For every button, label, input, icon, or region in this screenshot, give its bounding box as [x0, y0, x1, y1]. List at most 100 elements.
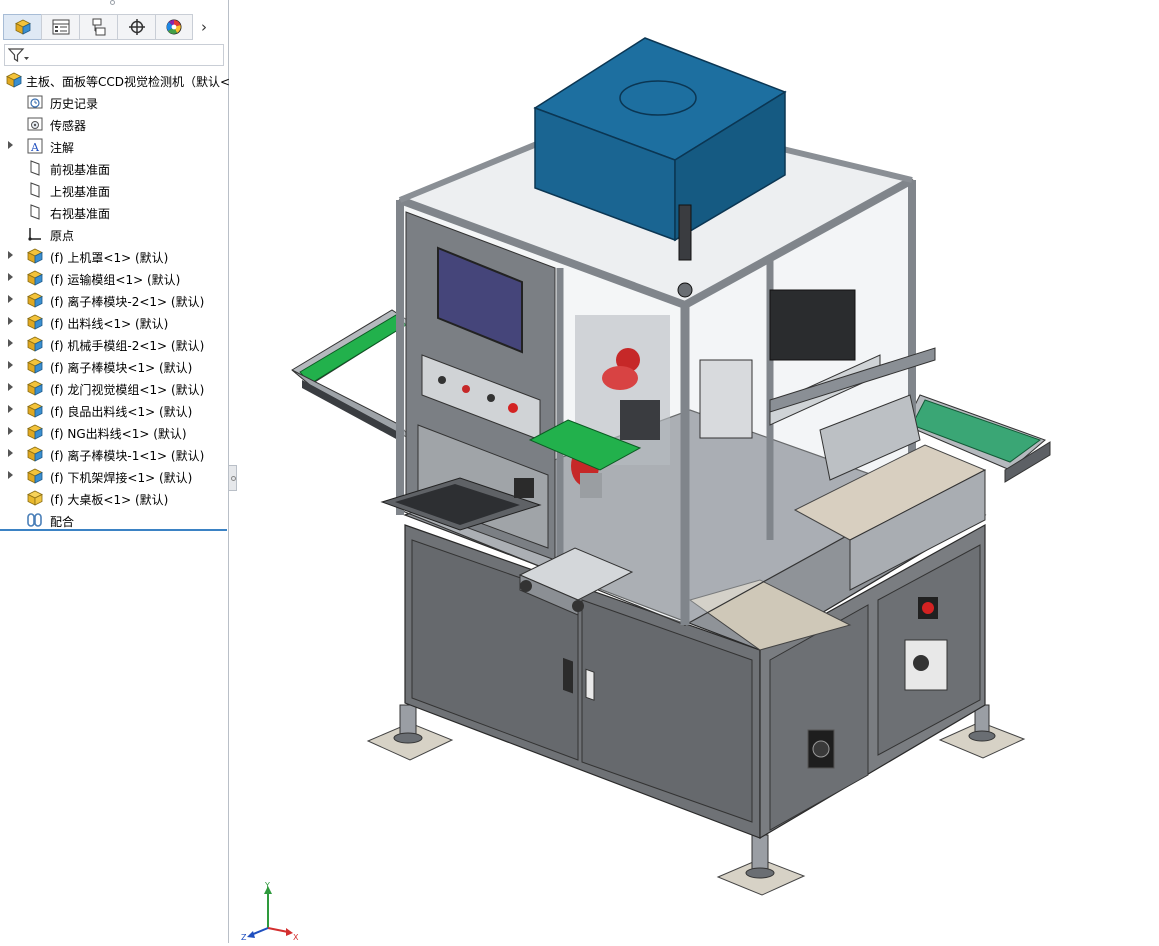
subassembly-icon	[26, 247, 44, 265]
panel-collapse-dot[interactable]	[110, 0, 115, 5]
tree-item-label: 历史记录	[50, 97, 99, 111]
subassembly-icon	[26, 335, 44, 353]
tab-dimxpert-manager[interactable]	[117, 14, 155, 40]
assembly-icon	[5, 71, 23, 89]
plane-icon	[26, 159, 44, 177]
expand-arrow-icon[interactable]	[8, 317, 13, 325]
triad-y-label: Y	[264, 881, 270, 890]
tab-property-manager[interactable]	[41, 14, 79, 40]
subassembly-icon	[26, 291, 44, 309]
expand-arrow-icon[interactable]	[8, 449, 13, 457]
subassembly-icon	[26, 313, 44, 331]
expand-arrow-icon[interactable]	[8, 141, 13, 149]
expand-arrow-icon[interactable]	[8, 383, 13, 391]
expand-arrow-icon[interactable]	[8, 361, 13, 369]
tree-item[interactable]: 前视基准面	[0, 157, 229, 179]
view-triad: Y X Z	[241, 881, 299, 940]
mates-icon	[26, 511, 44, 529]
subassembly-icon	[26, 423, 44, 441]
tree-item[interactable]: (f) 大桌板<1> (默认)	[0, 487, 229, 509]
tree-item-label: 原点	[50, 229, 75, 243]
tree-item-label: 传感器	[50, 119, 87, 133]
filter-icon[interactable]	[8, 47, 30, 63]
feature-manager-panel: › 主板、面板等CCD视觉检测机（默认< 历史记录传感器 A 注解前视基准面上视基准…	[0, 0, 231, 943]
tree-item[interactable]: (f) 机械手模组-2<1> (默认)	[0, 333, 229, 355]
tree-item[interactable]: (f) 运输模组<1> (默认)	[0, 267, 229, 289]
configuration-icon	[92, 18, 105, 36]
tree-item-label: (f) 离子棒模块-1<1> (默认)	[50, 449, 205, 463]
tree-item[interactable]: A 注解	[0, 135, 229, 157]
expand-arrow-icon[interactable]	[8, 273, 13, 281]
subassembly-icon	[26, 401, 44, 419]
plane-icon	[26, 203, 44, 221]
machine-model-render	[291, 37, 1051, 896]
tree-item-label: (f) 良品出料线<1> (默认)	[50, 405, 193, 419]
color-wheel-icon	[166, 19, 182, 35]
tree-item[interactable]: (f) 良品出料线<1> (默认)	[0, 399, 229, 421]
tree-filter-field[interactable]	[4, 44, 224, 66]
expand-arrow-icon[interactable]	[8, 295, 13, 303]
history-icon	[26, 93, 44, 111]
tree-item[interactable]: (f) 出料线<1> (默认)	[0, 311, 229, 333]
plane-icon	[26, 181, 44, 199]
tab-more-arrow[interactable]: ›	[193, 14, 215, 40]
subassembly-icon	[26, 357, 44, 375]
origin-icon	[26, 225, 44, 243]
tree-item[interactable]: 传感器	[0, 113, 229, 135]
tree-item[interactable]: (f) 下机架焊接<1> (默认)	[0, 465, 229, 487]
tree-item[interactable]: (f) 上机罩<1> (默认)	[0, 245, 229, 267]
tree-item-label: (f) 机械手模组-2<1> (默认)	[50, 339, 205, 353]
tree-end-divider	[0, 529, 227, 531]
tree-item-label: (f) NG出料线<1> (默认)	[50, 427, 187, 441]
tree-item[interactable]: 上视基准面	[0, 179, 229, 201]
expand-arrow-icon[interactable]	[8, 339, 13, 347]
annotation-icon: A	[26, 137, 44, 155]
tree-item[interactable]: (f) NG出料线<1> (默认)	[0, 421, 229, 443]
tree-item[interactable]: (f) 离子棒模块-2<1> (默认)	[0, 289, 229, 311]
tree-items: 历史记录传感器 A 注解前视基准面上视基准面右视基准面原点 (f) 上机罩<1> (默…	[0, 91, 229, 531]
expand-arrow-icon[interactable]	[8, 471, 13, 479]
tree-item-label: (f) 龙门视觉模组<1> (默认)	[50, 383, 205, 397]
tree-root-assembly[interactable]: 主板、面板等CCD视觉检测机（默认<	[0, 69, 231, 91]
expand-arrow-icon[interactable]	[8, 427, 13, 435]
tree-item-label: 配合	[50, 515, 75, 529]
tree-item[interactable]: 历史记录	[0, 91, 229, 113]
tree-item-label: (f) 下机架焊接<1> (默认)	[50, 471, 193, 485]
tree-item[interactable]: (f) 离子棒模块<1> (默认)	[0, 355, 229, 377]
tree-item[interactable]: 原点	[0, 223, 229, 245]
tree-item[interactable]: 配合	[0, 509, 229, 531]
tree-root-label: 主板、面板等CCD视觉检测机（默认<	[26, 75, 231, 89]
tree-item-label: 上视基准面	[50, 185, 111, 199]
infeed-conveyor	[291, 309, 413, 441]
tree-item-label: 右视基准面	[50, 207, 111, 221]
tree-item-label: (f) 离子棒模块<1> (默认)	[50, 361, 193, 375]
panel-tab-bar: ›	[3, 14, 227, 42]
tab-display-manager[interactable]	[155, 14, 193, 40]
tab-configuration-manager[interactable]	[79, 14, 117, 40]
expand-arrow-icon[interactable]	[8, 251, 13, 259]
triad-x-label: X	[293, 933, 299, 940]
triad-z-label: Z	[241, 933, 247, 940]
tree-item-label: (f) 大桌板<1> (默认)	[50, 493, 169, 507]
subassembly-icon	[26, 467, 44, 485]
subassembly-icon	[26, 269, 44, 287]
tree-item-label: (f) 运输模组<1> (默认)	[50, 273, 181, 287]
tree-item-label: (f) 离子棒模块-2<1> (默认)	[50, 295, 205, 309]
operator-panel	[380, 211, 556, 561]
tree-item[interactable]: 右视基准面	[0, 201, 229, 223]
tab-feature-manager[interactable]	[3, 14, 41, 40]
sensor-icon	[26, 115, 44, 133]
graphics-viewport[interactable]	[230, 0, 1159, 943]
part-icon	[26, 489, 44, 507]
tree-item[interactable]: (f) 龙门视觉模组<1> (默认)	[0, 377, 229, 399]
tree-item-label: 注解	[50, 141, 75, 155]
crosshair-icon	[128, 19, 145, 35]
tree-item[interactable]: (f) 离子棒模块-1<1> (默认)	[0, 443, 229, 465]
tree-item-label: (f) 上机罩<1> (默认)	[50, 251, 169, 265]
assembly-cube-icon	[14, 19, 31, 35]
svg-text:A: A	[30, 141, 40, 154]
expand-arrow-icon[interactable]	[8, 405, 13, 413]
feature-tree: 主板、面板等CCD视觉检测机（默认< 历史记录传感器 A 注解前视基准面上视基准面右…	[0, 69, 231, 531]
subassembly-icon	[26, 445, 44, 463]
subassembly-icon	[26, 379, 44, 397]
